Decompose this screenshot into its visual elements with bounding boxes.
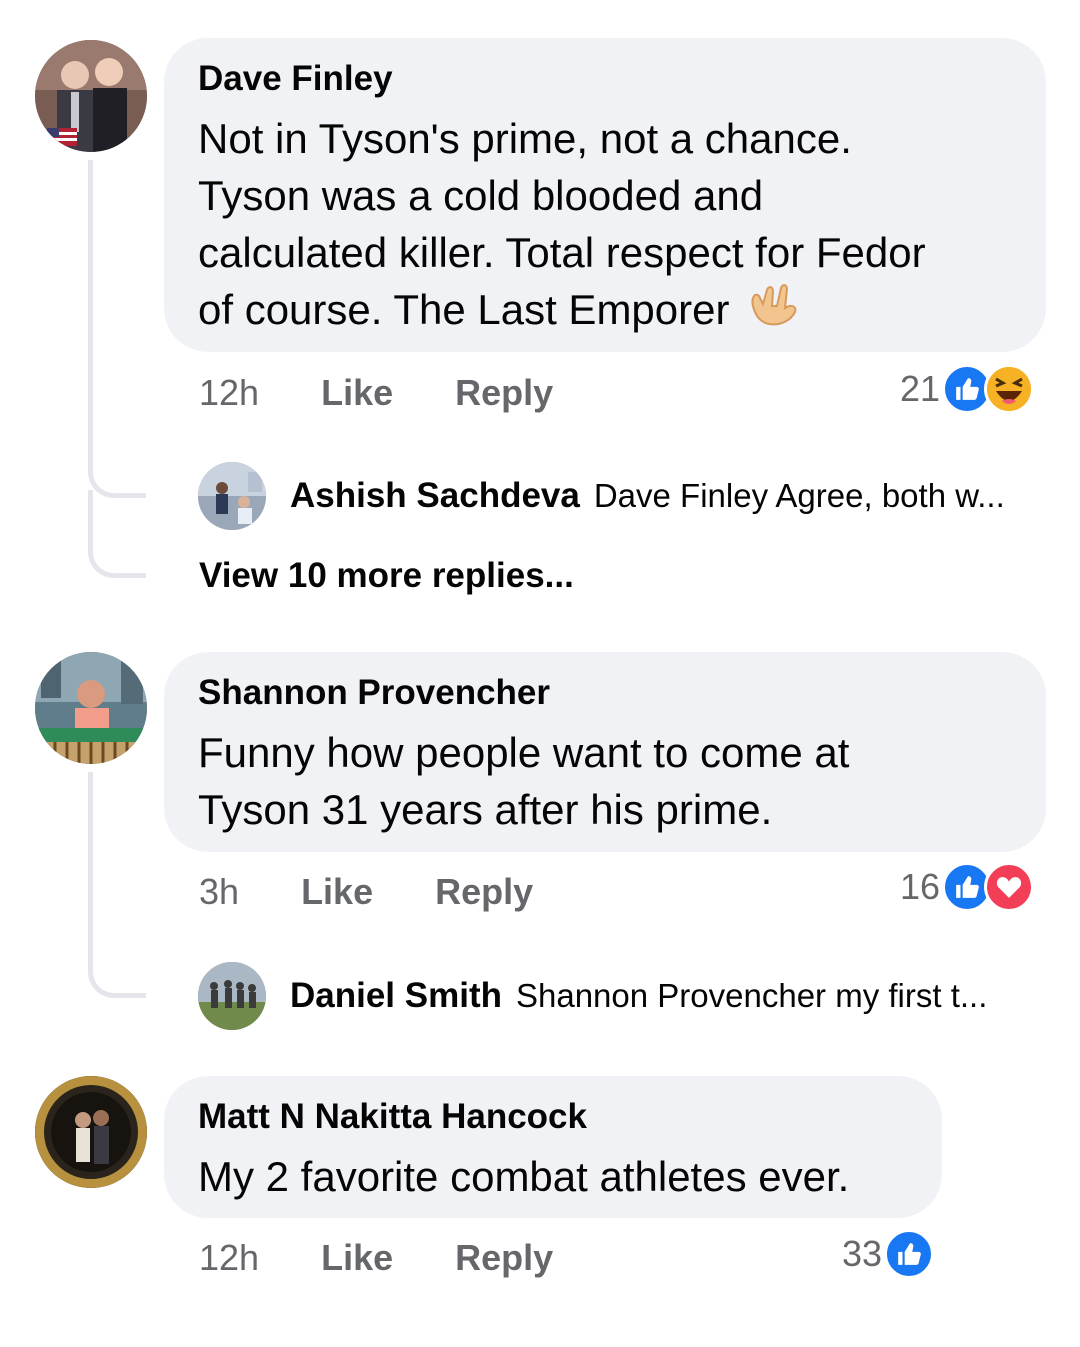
reaction-summary[interactable]: 16 (900, 862, 1035, 912)
like-button[interactable]: Like (321, 372, 393, 413)
comment-text: Not in Tyson's prime, not a chance. Tyso… (198, 110, 1012, 342)
comment-bubble[interactable]: Matt N Nakitta Hancock My 2 favorite com… (164, 1076, 942, 1218)
haha-icon (984, 364, 1035, 414)
comment-timestamp[interactable]: 3h (199, 871, 239, 912)
comment-author[interactable]: Shannon Provencher (198, 672, 1012, 714)
comment-actions: 3h Like Reply (199, 867, 533, 917)
comment-actions: 12h Like Reply (199, 1233, 553, 1283)
reply-preview[interactable]: Ashish Sachdeva Dave Finley Agree, both … (290, 462, 1005, 530)
comment-bubble[interactable]: Shannon Provencher Funny how people want… (164, 652, 1046, 852)
reply-author[interactable]: Ashish Sachdeva (290, 476, 580, 516)
thread-connector (88, 772, 146, 998)
comment-timestamp[interactable]: 12h (199, 372, 259, 413)
comment-line: calculated killer. Total respect for Fed… (198, 229, 926, 276)
reply-button[interactable]: Reply (435, 871, 533, 912)
reply-author[interactable]: Daniel Smith (290, 976, 502, 1016)
avatar-daniel-smith[interactable] (198, 962, 266, 1030)
reply-text: Shannon Provencher my first t... (515, 977, 988, 1014)
avatar-ashish-sachdeva[interactable] (198, 462, 266, 530)
reply-button[interactable]: Reply (455, 372, 553, 413)
reply-text: Dave Finley Agree, both w... (593, 477, 1005, 514)
reply-button[interactable]: Reply (455, 1237, 553, 1278)
comment-line: Tyson 31 years after his prime. (198, 786, 773, 833)
thread-connector (88, 490, 146, 578)
comment-line: Not in Tyson's prime, not a chance. (198, 115, 852, 162)
reaction-count: 33 (842, 1233, 883, 1274)
like-button[interactable]: Like (301, 871, 373, 912)
reaction-count: 16 (900, 866, 941, 907)
like-icon (884, 1229, 935, 1279)
rock-on-emoji-icon (747, 284, 801, 342)
view-more-replies-link[interactable]: View 10 more replies... (199, 556, 574, 596)
comment-author[interactable]: Matt N Nakitta Hancock (198, 1096, 908, 1138)
thread-connector (88, 160, 146, 498)
avatar-shannon-provencher[interactable] (35, 652, 147, 764)
comment-line: Funny how people want to come at (198, 729, 850, 776)
comment-timestamp[interactable]: 12h (199, 1237, 259, 1278)
comment-text: My 2 favorite combat athletes ever. (198, 1148, 908, 1205)
reaction-summary[interactable]: 21 (900, 364, 1035, 414)
reaction-count: 21 (900, 368, 941, 409)
reply-preview[interactable]: Daniel Smith Shannon Provencher my first… (290, 962, 987, 1030)
comment-line: My 2 favorite combat athletes ever. (198, 1153, 850, 1200)
comment-line-text: of course. The Last Emporer (198, 286, 730, 333)
comment-actions: 12h Like Reply (199, 368, 553, 418)
avatar-matt-nakitta-hancock[interactable] (35, 1076, 147, 1188)
like-button[interactable]: Like (321, 1237, 393, 1278)
comment-bubble[interactable]: Dave Finley Not in Tyson's prime, not a … (164, 38, 1046, 352)
comment-line: of course. The Last Emporer (198, 281, 1012, 342)
avatar-dave-finley[interactable] (35, 40, 147, 152)
reaction-summary[interactable]: 33 (842, 1229, 935, 1279)
comment-text: Funny how people want to come at Tyson 3… (198, 724, 1012, 838)
love-icon (984, 862, 1035, 912)
comment-line: Tyson was a cold blooded and (198, 172, 764, 219)
comment-author[interactable]: Dave Finley (198, 58, 1012, 100)
